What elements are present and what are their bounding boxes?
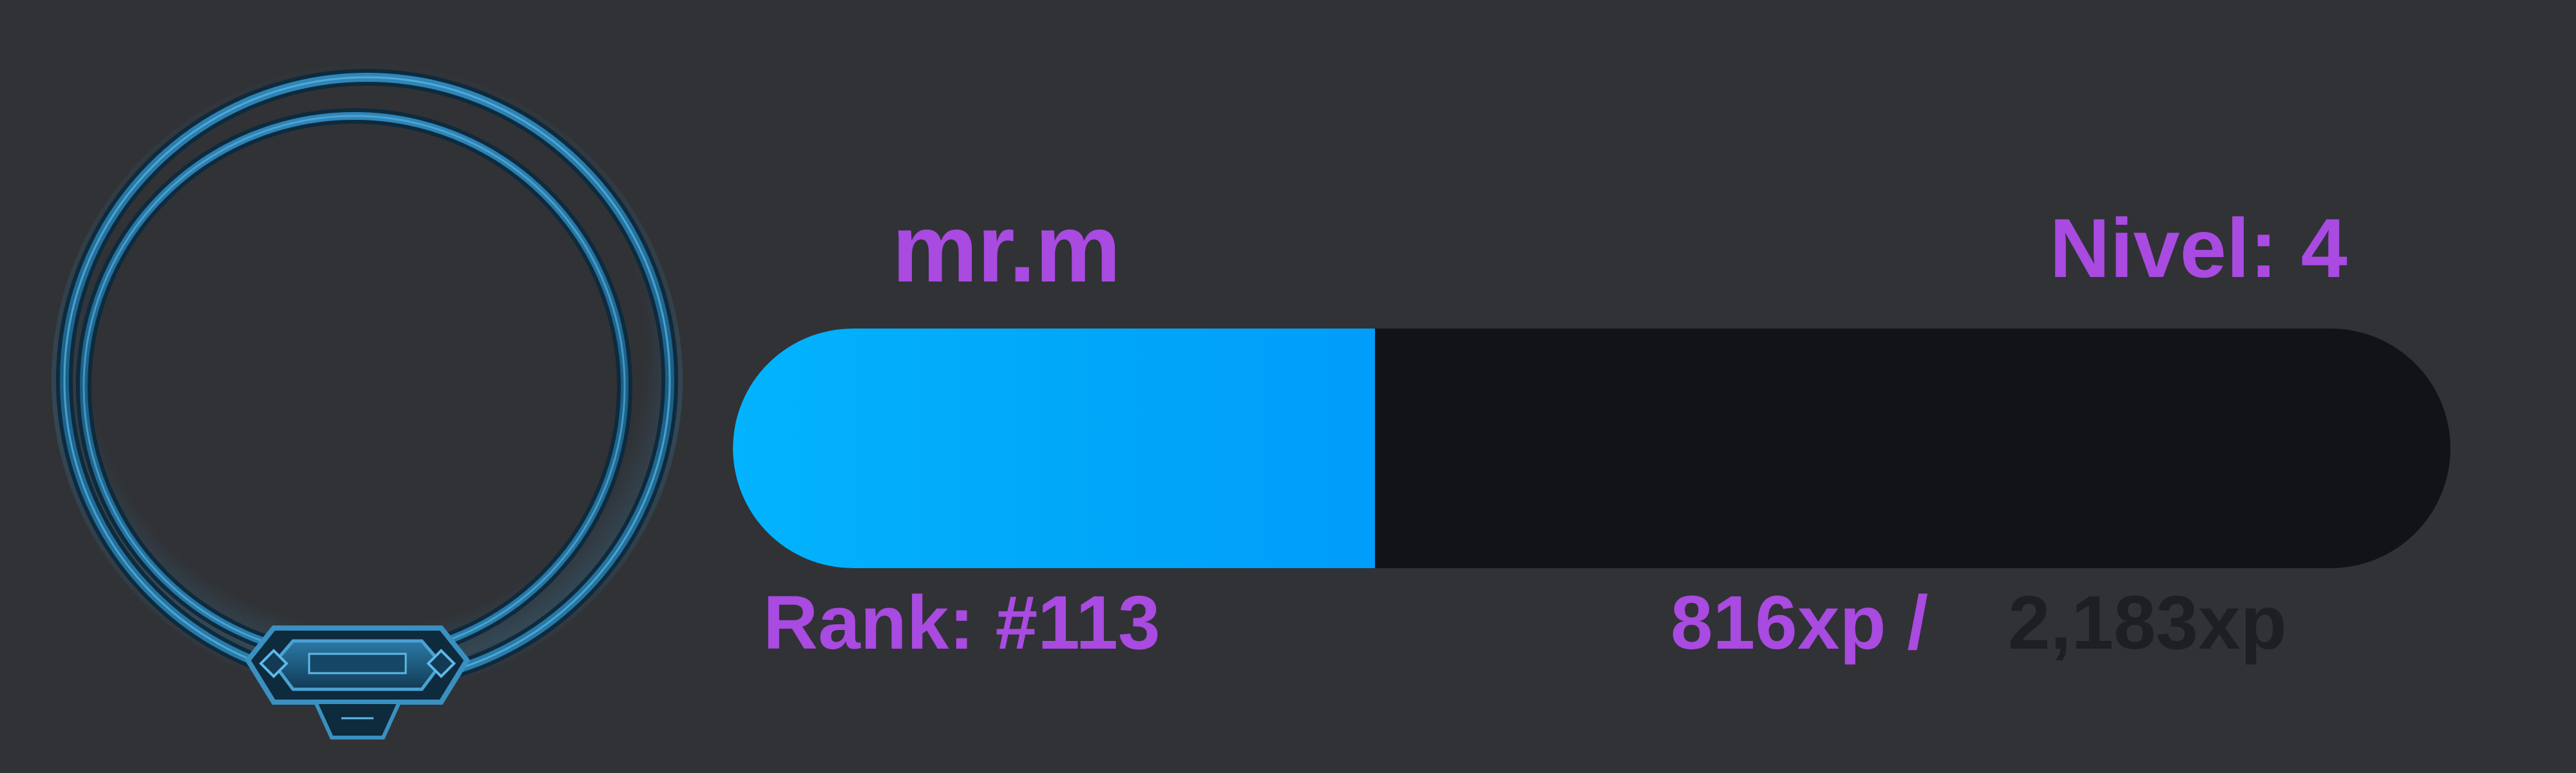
avatar-frame-icon xyxy=(39,58,683,767)
xp-progress-fill xyxy=(733,329,1375,568)
xp-total: 2,183xp xyxy=(2008,580,2287,665)
level-value: 4 xyxy=(2300,201,2347,295)
level-label: Nivel: xyxy=(2049,201,2301,295)
rank-value: #113 xyxy=(995,580,1160,665)
rank-card: mr.m Nivel: 4 Rank: #113 816xp / 2,183xp xyxy=(0,0,2576,773)
username: mr.m xyxy=(892,194,1121,302)
xp-current: 816xp / xyxy=(1671,580,1929,665)
rank-indicator: Rank: #113 xyxy=(763,585,1160,661)
xp-progress-bar xyxy=(733,329,2450,568)
level-indicator: Nivel: 4 xyxy=(2050,206,2347,290)
rank-label: Rank: xyxy=(763,580,996,665)
